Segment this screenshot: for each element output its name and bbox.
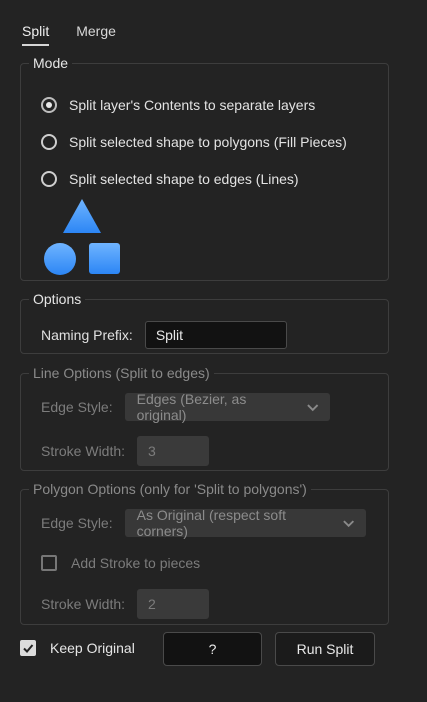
line-edge-style-row: Edge Style: Edges (Bezier, as original) bbox=[41, 391, 330, 423]
add-stroke-checkbox[interactable] bbox=[41, 555, 57, 571]
polygon-edge-style-select[interactable]: As Original (respect soft corners) bbox=[124, 507, 366, 539]
radio-split-polygons[interactable] bbox=[41, 134, 57, 150]
mode-legend: Mode bbox=[33, 55, 69, 71]
polygon-options-legend: Polygon Options (only for 'Split to poly… bbox=[33, 481, 307, 497]
line-stroke-width-input[interactable]: 3 bbox=[137, 436, 210, 466]
tab-bar: Split Merge bbox=[22, 20, 143, 46]
square-shape-icon bbox=[89, 243, 120, 274]
polygon-edge-style-row: Edge Style: As Original (respect soft co… bbox=[41, 507, 366, 539]
help-button[interactable]: ? bbox=[163, 632, 262, 666]
line-options-legend: Line Options (Split to edges) bbox=[33, 365, 210, 381]
options-legend: Options bbox=[33, 291, 82, 307]
chevron-down-icon bbox=[307, 404, 319, 412]
polygon-edge-style-label: Edge Style: bbox=[41, 515, 113, 531]
keep-original-row[interactable]: Keep Original bbox=[20, 640, 147, 656]
line-edge-style-value: Edges (Bezier, as original) bbox=[136, 391, 247, 423]
polygon-edge-style-value: As Original (respect soft corners) bbox=[136, 507, 286, 539]
naming-prefix-label: Naming Prefix: bbox=[41, 327, 133, 343]
line-options-group: Line Options (Split to edges) Edge Style… bbox=[20, 365, 389, 471]
mode-option-label: Split selected shape to polygons (Fill P… bbox=[69, 134, 347, 150]
polygon-stroke-width-row: Stroke Width: 2 bbox=[41, 589, 210, 619]
radio-split-contents[interactable] bbox=[41, 97, 57, 113]
line-edge-style-label: Edge Style: bbox=[41, 399, 113, 415]
radio-split-edges[interactable] bbox=[41, 171, 57, 187]
polygon-stroke-width-input[interactable]: 2 bbox=[137, 589, 210, 619]
naming-prefix-input[interactable]: Split bbox=[144, 321, 287, 349]
chevron-down-icon bbox=[343, 520, 355, 528]
mode-option-label: Split layer's Contents to separate layer… bbox=[69, 97, 316, 113]
polygon-options-group: Polygon Options (only for 'Split to poly… bbox=[20, 481, 389, 625]
check-icon bbox=[23, 644, 34, 653]
polygon-stroke-width-label: Stroke Width: bbox=[41, 596, 126, 612]
add-stroke-label: Add Stroke to pieces bbox=[71, 555, 201, 571]
keep-original-checkbox[interactable] bbox=[20, 640, 36, 656]
mode-option-label: Split selected shape to edges (Lines) bbox=[69, 171, 299, 187]
tab-split[interactable]: Split bbox=[22, 20, 50, 46]
tab-merge[interactable]: Merge bbox=[76, 20, 116, 42]
mode-option-split-polygons[interactable]: Split selected shape to polygons (Fill P… bbox=[41, 132, 347, 152]
mode-option-split-edges[interactable]: Split selected shape to edges (Lines) bbox=[41, 169, 299, 189]
line-stroke-width-row: Stroke Width: 3 bbox=[41, 436, 210, 466]
naming-prefix-row: Naming Prefix: Split bbox=[41, 321, 287, 349]
mode-group: Mode Split layer's Contents to separate … bbox=[20, 55, 389, 281]
keep-original-label: Keep Original bbox=[50, 640, 135, 656]
line-edge-style-select[interactable]: Edges (Bezier, as original) bbox=[124, 391, 330, 423]
mode-option-split-contents[interactable]: Split layer's Contents to separate layer… bbox=[41, 95, 315, 115]
run-split-button[interactable]: Run Split bbox=[275, 632, 375, 666]
line-stroke-width-label: Stroke Width: bbox=[41, 443, 126, 459]
triangle-shape-icon bbox=[63, 199, 101, 233]
options-group: Options Naming Prefix: Split bbox=[20, 291, 389, 354]
circle-shape-icon bbox=[44, 243, 76, 275]
shapes-illustration bbox=[44, 199, 120, 275]
add-stroke-row[interactable]: Add Stroke to pieces bbox=[41, 555, 212, 571]
